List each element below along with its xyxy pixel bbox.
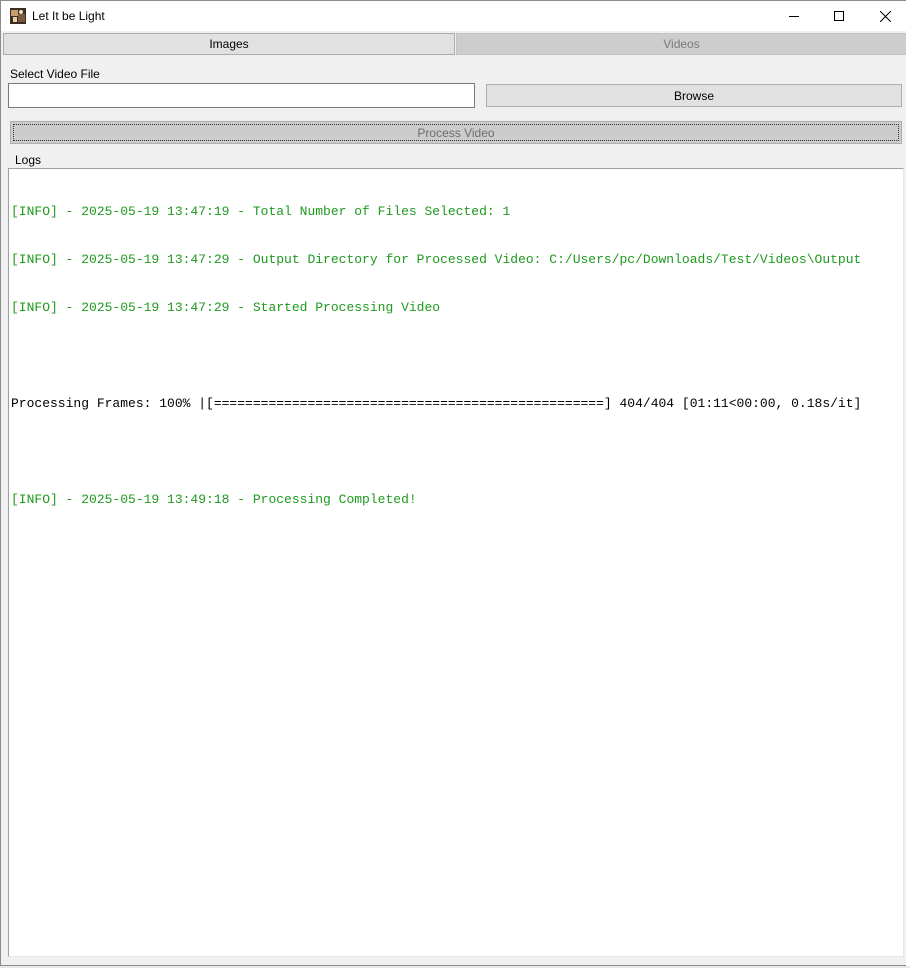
- maximize-button[interactable]: [816, 1, 862, 31]
- tab-videos[interactable]: Videos: [456, 33, 907, 55]
- video-file-input[interactable]: [8, 83, 475, 108]
- logs-textarea[interactable]: [INFO] - 2025-05-19 13:47:19 - Total Num…: [8, 168, 904, 957]
- background-edge: [906, 0, 910, 968]
- select-video-label: Select Video File: [10, 67, 100, 81]
- log-line: [INFO] - 2025-05-19 13:47:29 - Output Di…: [11, 252, 862, 267]
- browse-button[interactable]: Browse: [486, 84, 902, 107]
- minimize-icon: [789, 16, 799, 17]
- tab-images[interactable]: Images: [3, 33, 455, 55]
- close-icon: [879, 10, 891, 22]
- progress-line: Processing Frames: 100% |[==============…: [11, 396, 862, 411]
- app-window: Let It be Light Images Videos Select Vid…: [0, 0, 908, 966]
- logs-label: Logs: [15, 153, 42, 167]
- maximize-icon: [834, 11, 844, 21]
- log-line: [INFO] - 2025-05-19 13:47:29 - Started P…: [11, 300, 441, 315]
- process-video-button[interactable]: Process Video: [10, 121, 902, 144]
- log-line-blank: [11, 348, 861, 364]
- log-line: [INFO] - 2025-05-19 13:49:18 - Processin…: [11, 492, 417, 507]
- minimize-button[interactable]: [771, 1, 817, 31]
- log-line: [INFO] - 2025-05-19 13:47:19 - Total Num…: [11, 204, 511, 219]
- tab-bar: Images Videos: [3, 33, 907, 55]
- log-lines: [INFO] - 2025-05-19 13:47:19 - Total Num…: [11, 172, 861, 540]
- log-line-blank: [11, 444, 861, 460]
- title-bar[interactable]: Let It be Light: [1, 1, 907, 31]
- close-button[interactable]: [862, 1, 908, 31]
- window-title: Let It be Light: [32, 9, 105, 23]
- app-photo-icon: [10, 8, 26, 24]
